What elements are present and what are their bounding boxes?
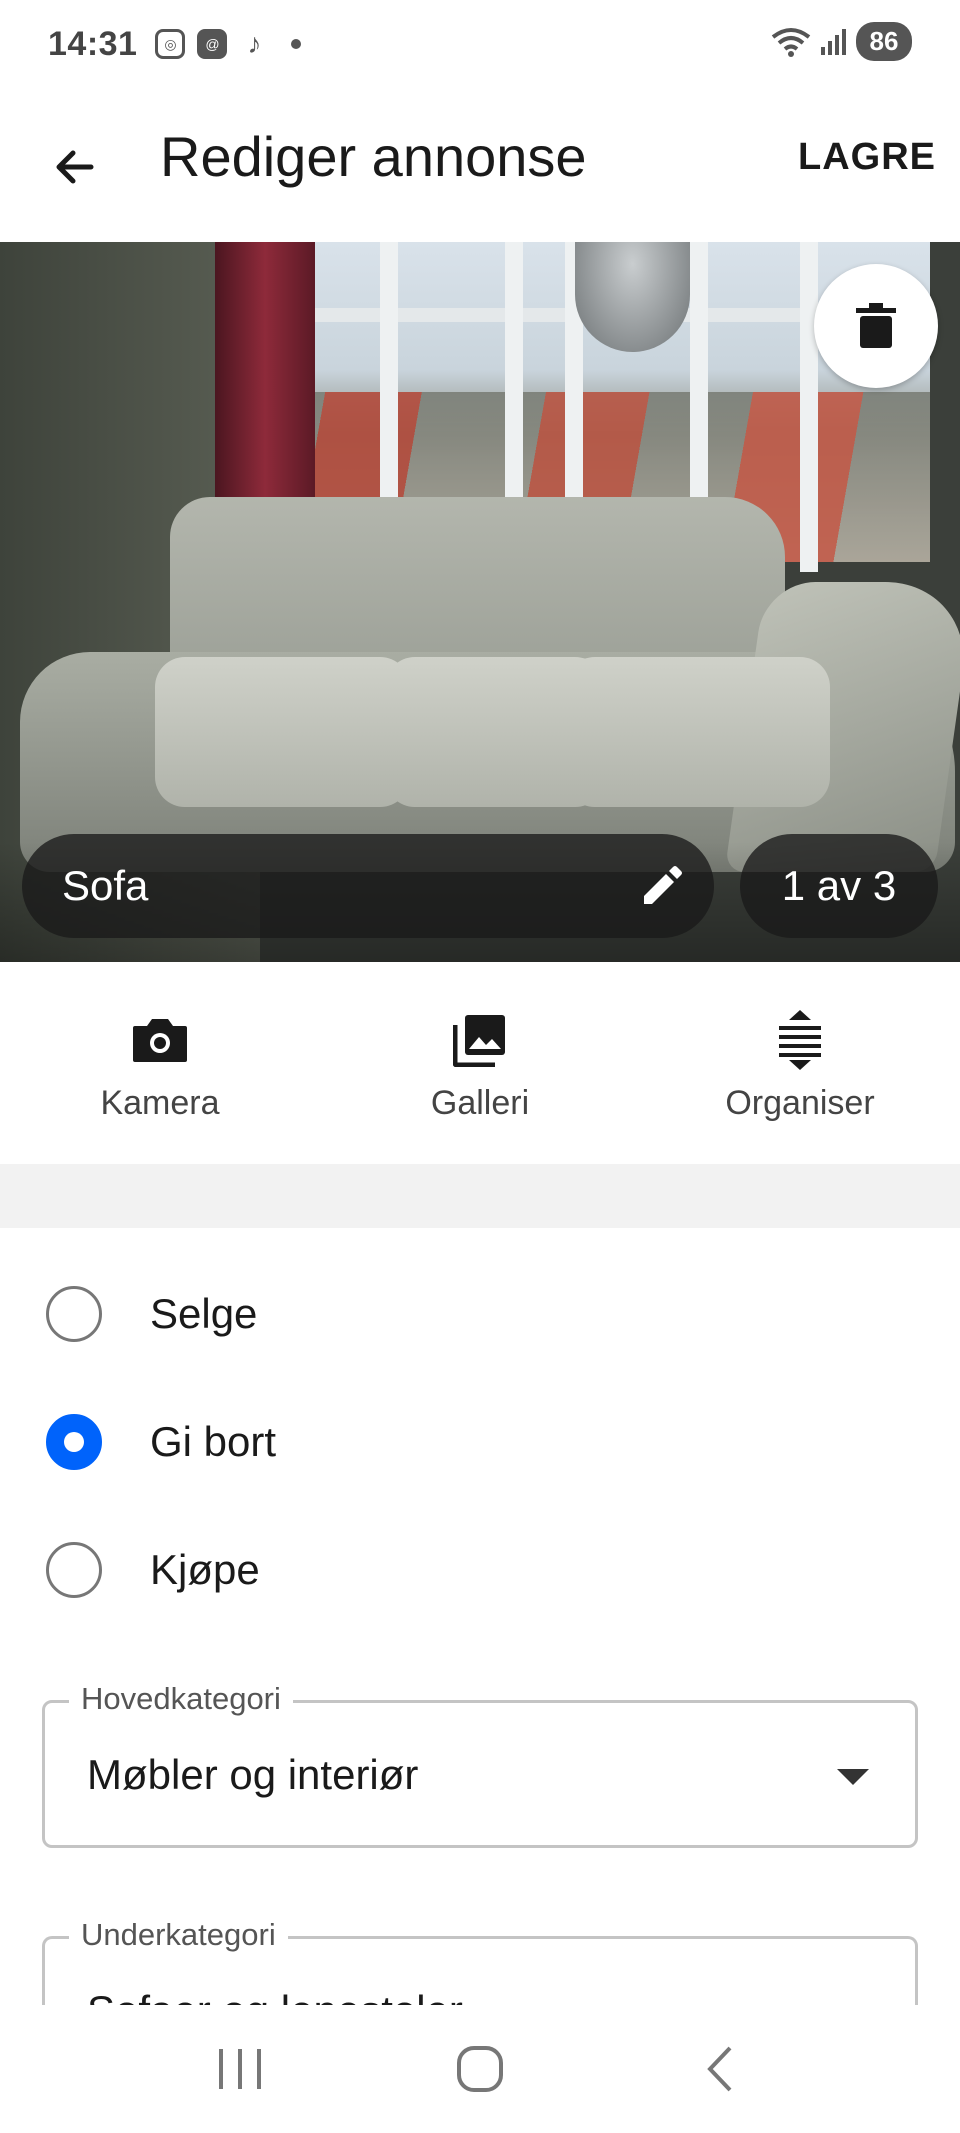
radio-button-selected[interactable] <box>46 1414 102 1470</box>
camera-label: Kamera <box>100 1084 220 1122</box>
trash-icon <box>856 303 896 348</box>
photo-caption: Sofa <box>62 862 149 909</box>
section-divider <box>0 1164 960 1228</box>
delete-photo-button[interactable] <box>814 264 938 388</box>
camera-icon <box>130 1010 190 1070</box>
gallery-icon <box>450 1010 510 1070</box>
radio-option-sell[interactable]: Selge <box>0 1250 960 1378</box>
system-nav-bar <box>0 2005 960 2133</box>
battery-indicator: 86 <box>856 22 912 61</box>
status-time: 14:31 <box>48 24 138 63</box>
notification-dot <box>291 39 302 49</box>
photo-lamp <box>575 242 690 352</box>
photo-window-frame <box>800 242 818 572</box>
radio-option-buy[interactable]: Kjøpe <box>0 1506 960 1634</box>
status-right: 86 <box>771 22 912 61</box>
wifi-icon <box>771 27 811 57</box>
main-category-label: Hovedkategori <box>69 1681 293 1717</box>
photo-curtain <box>215 242 315 522</box>
gallery-button[interactable]: Galleri <box>320 962 640 1164</box>
recents-button[interactable] <box>200 2029 280 2109</box>
main-category-value: Møbler og interiør <box>87 1751 419 1798</box>
radio-option-give-away[interactable]: Gi bort <box>0 1378 960 1506</box>
radio-label: Kjøpe <box>150 1546 260 1593</box>
recents-icon <box>219 2049 261 2089</box>
home-button[interactable] <box>440 2029 520 2109</box>
reorder-icon <box>770 1010 830 1070</box>
chevron-down-icon <box>837 1769 869 1785</box>
organize-label: Organiser <box>725 1084 875 1122</box>
photo-actions: Kamera Galleri Organiser <box>0 962 960 1164</box>
tiktok-icon: ♪ <box>247 28 262 59</box>
photo-sofa-cushion <box>565 657 830 807</box>
back-button[interactable] <box>40 132 110 202</box>
status-bar: 14:31 ◎ @ ♪ 86 <box>0 0 960 88</box>
photo-counter-text: 1 av 3 <box>781 862 897 909</box>
radio-button[interactable] <box>46 1542 102 1598</box>
organize-button[interactable]: Organiser <box>640 962 960 1164</box>
photo-sofa-cushion <box>155 657 410 807</box>
home-icon <box>457 2046 503 2092</box>
threads-icon: @ <box>197 29 228 59</box>
back-icon <box>707 2046 732 2092</box>
radio-label: Selge <box>150 1290 258 1337</box>
notification-icons: ◎ @ ♪ <box>155 28 302 59</box>
photo-counter: 1 av 3 <box>740 834 938 938</box>
pencil-icon[interactable] <box>638 862 686 910</box>
gallery-label: Galleri <box>430 1084 530 1122</box>
app-bar: Rediger annonse LAGRE <box>0 88 960 242</box>
page-title: Rediger annonse <box>160 125 587 188</box>
radio-button[interactable] <box>46 1286 102 1342</box>
main-category-select[interactable]: Hovedkategori Møbler og interiør <box>42 1681 918 1848</box>
camera-button[interactable]: Kamera <box>0 962 320 1164</box>
save-button[interactable]: LAGRE <box>798 136 936 179</box>
sub-category-label: Underkategori <box>69 1917 288 1953</box>
arrow-left-icon <box>56 150 94 184</box>
radio-label: Gi bort <box>150 1418 277 1465</box>
signal-icon <box>821 28 846 55</box>
photo-caption-editor[interactable]: Sofa <box>22 834 714 938</box>
instagram-icon: ◎ <box>155 29 186 59</box>
nav-back-button[interactable] <box>680 2029 760 2109</box>
